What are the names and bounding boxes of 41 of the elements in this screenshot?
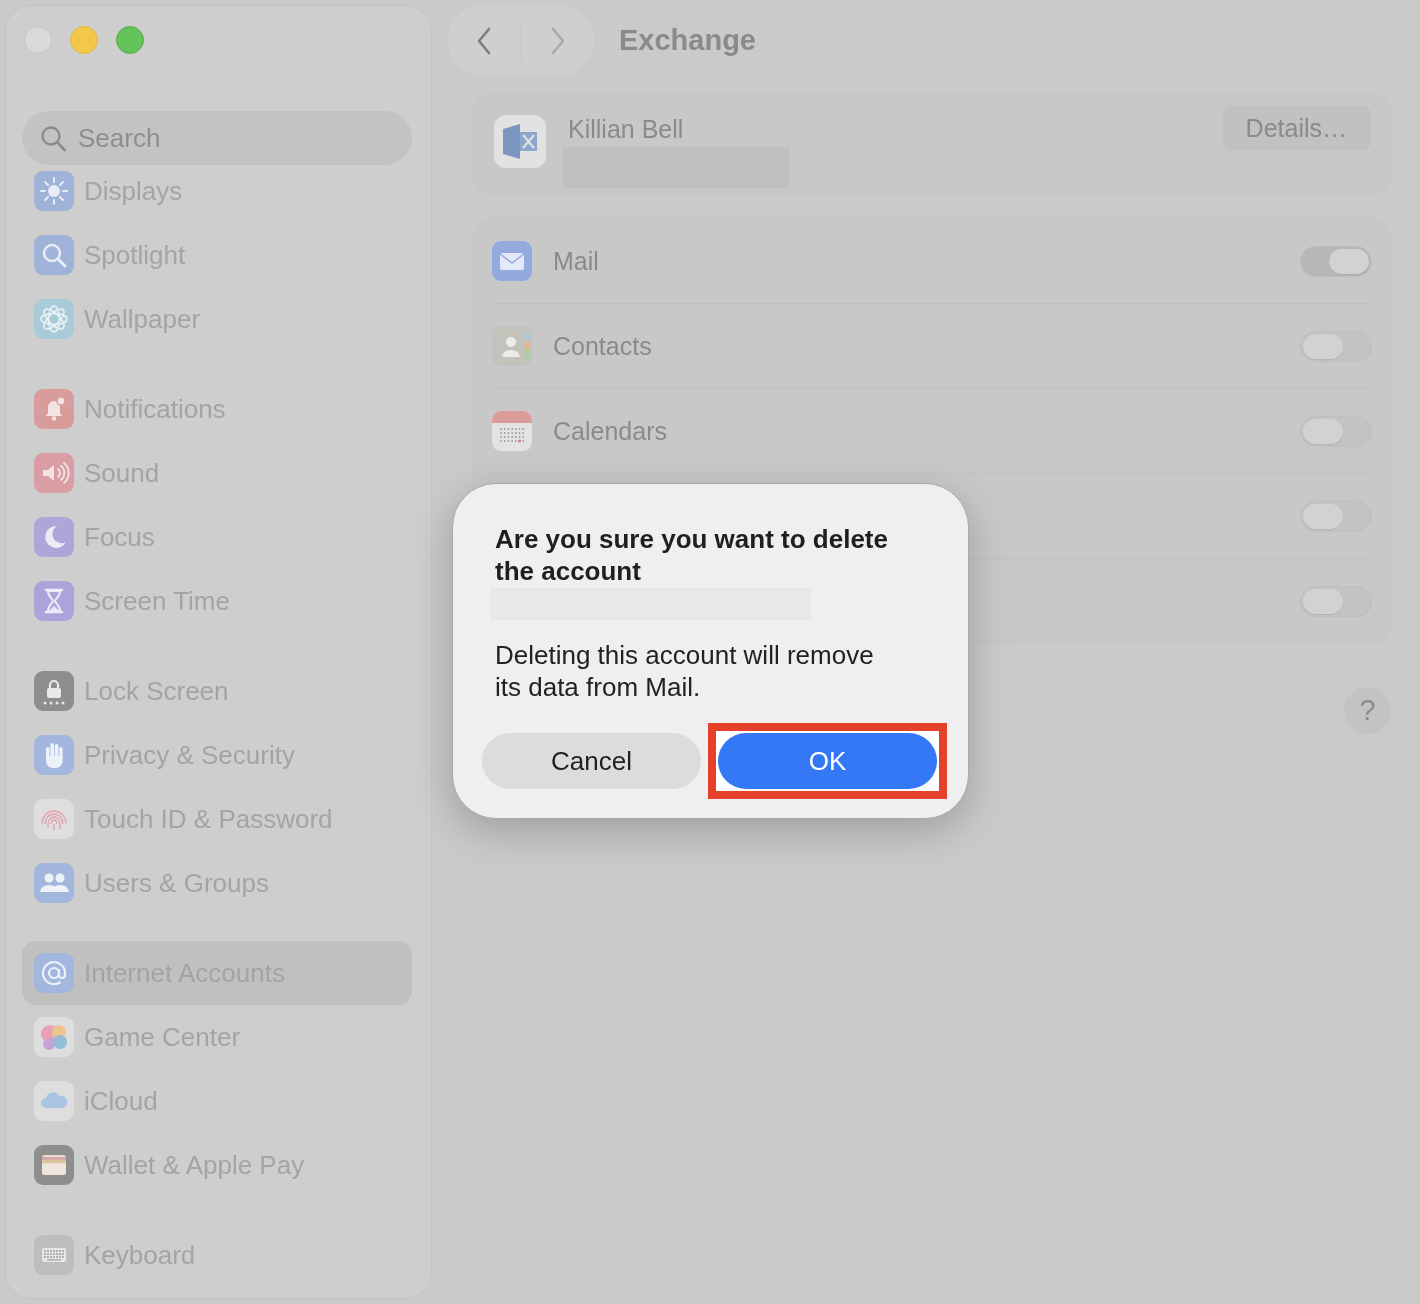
people-icon — [34, 863, 74, 903]
toggle-switch[interactable] — [1300, 245, 1372, 277]
wallet-icon — [34, 1145, 74, 1185]
sun-icon — [34, 171, 74, 211]
toggle-switch[interactable] — [1300, 330, 1372, 362]
help-button[interactable]: ? — [1344, 687, 1391, 734]
moon-icon — [34, 517, 74, 557]
bubbles-icon — [34, 1017, 74, 1057]
envelope-icon — [492, 241, 532, 281]
at-sign-icon — [34, 953, 74, 993]
fingerprint-icon — [34, 799, 74, 839]
keyboard-icon — [34, 1235, 74, 1275]
magnifier-icon — [34, 235, 74, 275]
service-label: Calendars — [553, 416, 667, 446]
account-logo-icon — [494, 115, 546, 168]
maximize-icon — [116, 26, 144, 54]
hourglass-icon — [34, 581, 74, 621]
hand-icon — [34, 735, 74, 775]
contact-card-icon — [492, 326, 532, 366]
chevron-left-icon — [476, 26, 493, 55]
toggle-switch[interactable] — [1300, 500, 1372, 532]
minimize-icon — [70, 26, 98, 54]
service-label: Contacts — [553, 331, 652, 361]
dialog-title: Are you sure you want to delete the account — [495, 523, 889, 587]
search-icon — [40, 125, 66, 152]
cloud-icon — [34, 1081, 74, 1121]
service-label: Mail — [553, 246, 599, 276]
calendar-icon — [492, 411, 532, 451]
ok-button[interactable]: OK — [718, 733, 937, 789]
speaker-icon — [34, 453, 74, 493]
toggle-switch[interactable] — [1300, 585, 1372, 617]
back-button[interactable] — [476, 26, 493, 55]
chevron-right-icon — [549, 26, 566, 55]
account-name: Killian Bell — [568, 114, 684, 144]
flower-icon — [34, 299, 74, 339]
toggle-switch[interactable] — [1300, 415, 1372, 447]
dialog-message: Deleting this account will remove its data from Mail. — [495, 639, 875, 703]
lock-icon — [34, 671, 74, 711]
bell-icon — [34, 389, 74, 429]
page-title: Exchange — [619, 24, 756, 57]
cancel-button[interactable]: Cancel — [482, 733, 701, 789]
